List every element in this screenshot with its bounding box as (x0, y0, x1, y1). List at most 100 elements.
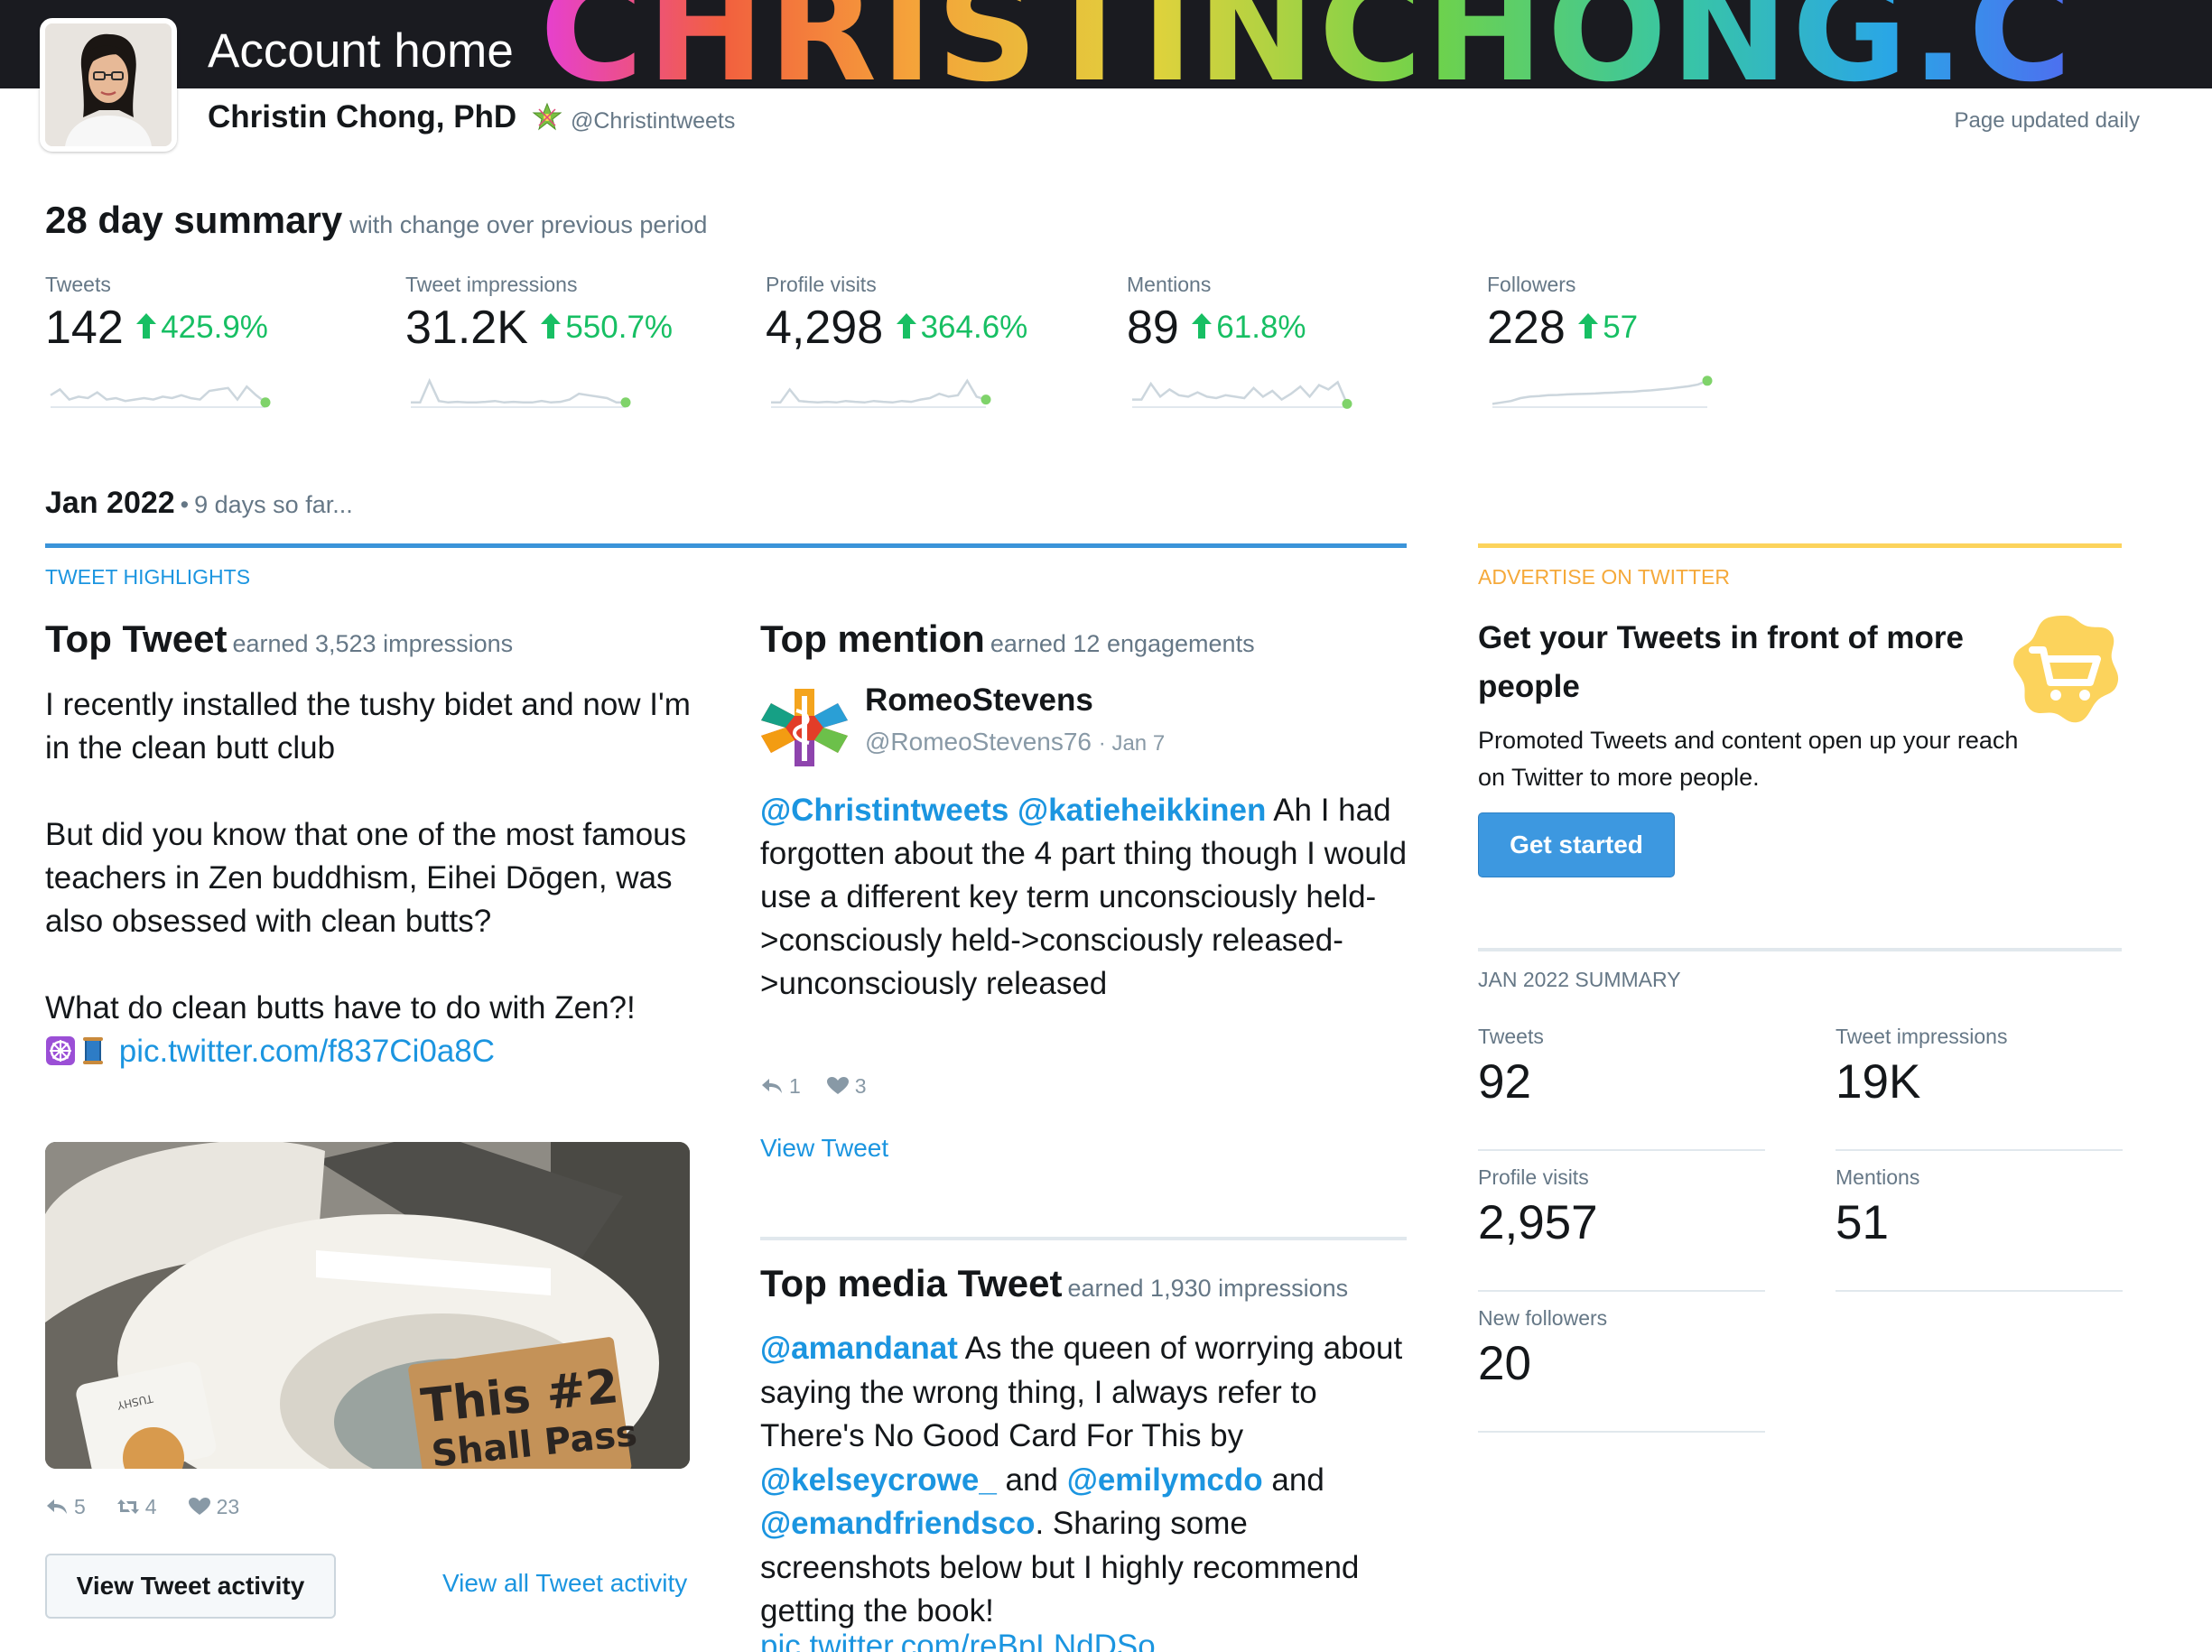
mention-author-name[interactable]: RomeoStevens (865, 682, 1093, 719)
summary-title: 28 day summary with change over previous … (45, 199, 707, 242)
metric-tweet-impressions: Tweet impressions 31.2K 550.7% (405, 273, 748, 411)
top-mention-earned: earned 12 engagements (990, 630, 1255, 657)
summary-heading: 28 day summary (45, 199, 343, 241)
metric-followers: Followers 228 57 (1487, 273, 1830, 411)
metric-change: 550.7% (539, 310, 673, 345)
top-media-earned: earned 1,930 impressions (1067, 1275, 1349, 1302)
page-updated-note: Page updated daily (1954, 108, 2141, 133)
metric-label: Mentions (1127, 273, 1212, 296)
profile-avatar[interactable] (40, 18, 177, 152)
bidet-photo: This #2 Shall Pass TUSHY (45, 1142, 690, 1469)
metric-value: 89 (1127, 302, 1179, 354)
stat-label: New followers (1478, 1306, 1608, 1330)
arrow-up-icon (1192, 313, 1213, 339)
highlights-divider (45, 543, 1407, 548)
mention-link[interactable]: @kelseycrowe_ (760, 1462, 997, 1498)
sparkline-line (411, 377, 626, 404)
view-all-tweet-activity-link[interactable]: View all Tweet activity (442, 1569, 687, 1598)
user-display-name[interactable]: Christin Chong, PhD (208, 99, 516, 135)
heart-icon (826, 1077, 849, 1094)
jan-summary-label: JAN 2022 SUMMARY (1478, 968, 1681, 991)
arrow-up-icon (136, 313, 157, 339)
get-started-button[interactable]: Get started (1478, 812, 1675, 877)
jan-stat-mentions: Mentions 51 (1836, 1165, 2123, 1292)
arrow-up-icon (541, 313, 562, 339)
metric-tweets: Tweets 142 425.9% (45, 273, 388, 411)
mention-link[interactable]: @emandfriendsco (760, 1506, 1035, 1541)
top-tweet-heading: Top Tweet (45, 617, 228, 660)
advertise-title: Get your Tweets in front of more people (1478, 620, 1965, 704)
metric-change-value: 364.6% (920, 310, 1028, 345)
top-tweet-engagements: 5 4 23 (45, 1495, 270, 1519)
mention-link[interactable]: @katieheikkinen (1018, 793, 1266, 828)
banner-wordmark: CHRISTINCHONG.C (540, 0, 2076, 88)
advertise-label: ADVERTISE ON TWITTER (1478, 565, 1731, 589)
impressions-sparkline (411, 377, 631, 408)
period-heading: Jan 2022 • 9 days so far... (45, 486, 353, 521)
tweet-paragraph: What do clean butts have to do with Zen?… (45, 987, 695, 1073)
view-tweet-activity-button[interactable]: View Tweet activity (45, 1554, 336, 1619)
stat-label: Profile visits (1478, 1165, 1589, 1189)
profile-visits-sparkline (771, 378, 991, 408)
user-handle[interactable]: @Christintweets (571, 108, 735, 135)
mention-avatar[interactable] (760, 683, 849, 772)
sparkline-line (1132, 380, 1349, 404)
metric-label: Tweet impressions (405, 273, 578, 296)
view-tweet-link[interactable]: View Tweet (760, 1134, 888, 1163)
metric-value: 4,298 (766, 302, 884, 354)
metric-value: 31.2K (405, 302, 528, 354)
stat-label: Tweets (1478, 1025, 1544, 1048)
toilet-paper-icon (83, 1037, 103, 1064)
top-tweet-media-link[interactable]: pic.twitter.com/f837Ci0a8C (119, 1034, 495, 1069)
metric-change-value: 550.7% (565, 310, 674, 345)
stat-label: Mentions (1836, 1165, 1920, 1189)
top-media-link[interactable]: pic.twitter.com/reBpLNdDSo (760, 1629, 1156, 1652)
top-mention-heading: Top mention (760, 617, 985, 660)
mention-link[interactable]: @Christintweets (760, 793, 1008, 828)
metric-change-value: 425.9% (161, 310, 268, 345)
jan-summary-divider (1478, 948, 2122, 951)
sparkline-latest-point (260, 397, 271, 408)
retweet-icon (116, 1499, 139, 1514)
mention-link[interactable]: @emilymcdo (1067, 1462, 1263, 1498)
star-badge-icon (532, 102, 562, 131)
reply-count-value: 5 (74, 1495, 86, 1518)
sparkline-latest-point (981, 394, 991, 405)
header-banner: CHRISTINCHONG.C Account home (0, 0, 2212, 88)
stat-value: 19K (1836, 1055, 1921, 1109)
jan-stat-impressions: Tweet impressions 19K (1836, 1025, 2123, 1151)
stat-value: 92 (1478, 1055, 1531, 1109)
mention-handle-text: @RomeoStevens76 (865, 728, 1092, 756)
heart-icon (188, 1498, 210, 1515)
media-and: and (1271, 1462, 1324, 1498)
top-tweet-earned: earned 3,523 impressions (232, 630, 514, 657)
tweet-paragraph: I recently installed the tushy bidet and… (45, 687, 691, 766)
tweets-sparkline (50, 385, 271, 408)
media-divider (760, 1237, 1407, 1240)
advertise-divider (1478, 543, 2122, 548)
tweet-paragraph-text: What do clean butts have to do with Zen?… (45, 990, 636, 1026)
summary-subtitle: with change over previous period (349, 211, 708, 238)
top-tweet-title: Top Tweet earned 3,523 impressions (45, 617, 513, 661)
mention-author-handle[interactable]: @RomeoStevens76 · Jan 7 (865, 728, 1165, 756)
like-count-value: 23 (216, 1495, 240, 1518)
top-media-text: @amandanat As the queen of worrying abou… (760, 1327, 1410, 1634)
top-tweet-image[interactable]: This #2 Shall Pass TUSHY (45, 1142, 690, 1469)
like-count: 3 (826, 1074, 867, 1099)
reply-icon (47, 1499, 67, 1514)
mention-date: · Jan 7 (1098, 731, 1166, 756)
mention-link[interactable]: @amandanat (760, 1331, 958, 1366)
stat-label: Tweet impressions (1836, 1025, 2008, 1048)
period-title: Jan 2022 (45, 486, 175, 520)
page-title: Account home (208, 24, 514, 78)
top-media-heading: Top media Tweet (760, 1262, 1063, 1304)
jan-stat-new-followers: New followers 20 (1478, 1306, 1765, 1433)
period-separator: • (180, 491, 190, 518)
wheel-of-dharma-icon (46, 1036, 75, 1065)
reply-count: 1 (760, 1074, 801, 1099)
metric-change: 57 (1576, 310, 1638, 345)
reply-count-value: 1 (789, 1074, 801, 1098)
stat-value: 51 (1836, 1196, 1889, 1249)
avatar-photo (45, 23, 172, 146)
like-count-value: 3 (854, 1074, 867, 1098)
